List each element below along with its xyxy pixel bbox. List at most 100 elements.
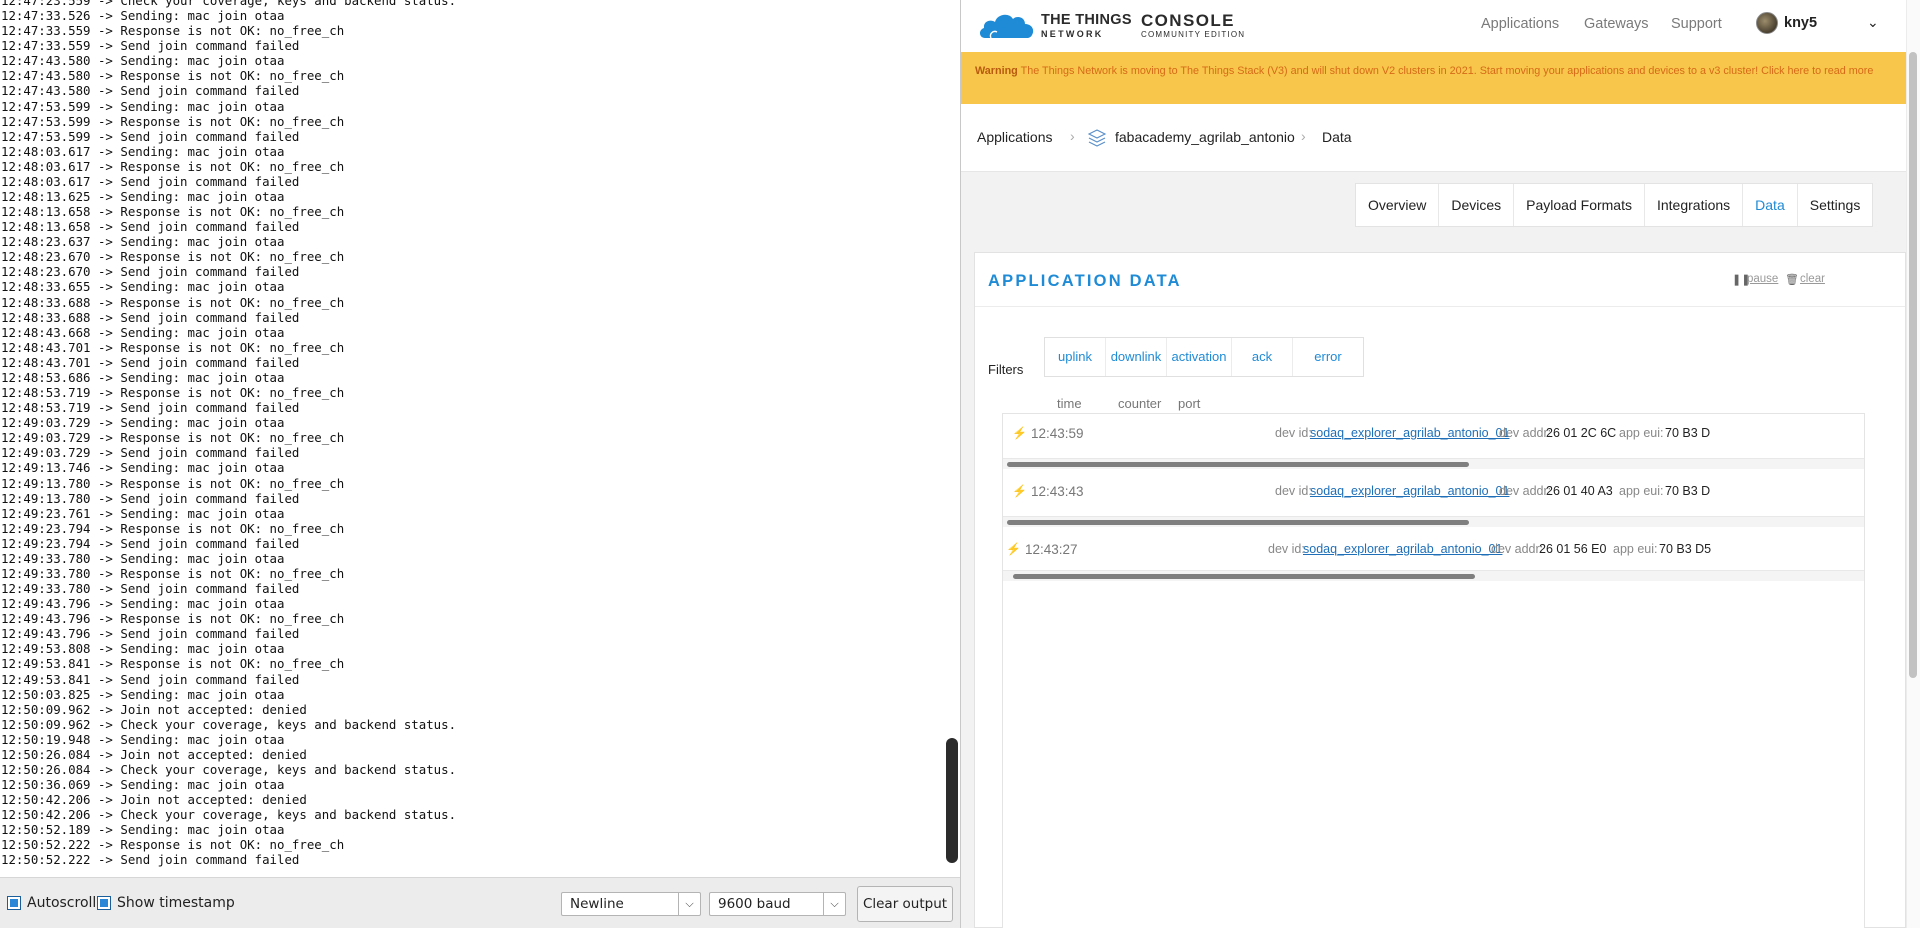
row-app-eui-key: app eui:	[1619, 484, 1664, 498]
nav-gateways[interactable]: Gateways	[1584, 16, 1648, 32]
autoscroll-checkbox[interactable]	[7, 896, 21, 910]
serial-log-line: 12:47:33.559 -> Send join command failed	[1, 38, 300, 54]
serial-log-line: 12:50:09.962 -> Join not accepted: denie…	[1, 701, 307, 717]
line-ending-value: Newline	[570, 896, 624, 912]
nav-applications[interactable]: Applications	[1481, 16, 1559, 32]
filter-activation[interactable]: activation	[1167, 338, 1232, 376]
row-app-eui-key: app eui:	[1613, 542, 1658, 556]
avatar[interactable]	[1756, 12, 1778, 34]
serial-log-line: 12:50:42.206 -> Join not accepted: denie…	[1, 792, 307, 808]
ttn-console: THE THINGS NETWORK CONSOLE COMMUNITY EDI…	[961, 0, 1920, 928]
row-dev-id-key: dev id:	[1275, 484, 1312, 498]
chevron-down-icon: ⌵	[678, 893, 700, 915]
clear-button[interactable]: clear	[1800, 273, 1825, 285]
serial-log-line: 12:50:03.825 -> Sending: mac join otaa	[1, 686, 285, 702]
serial-log-line: 12:50:09.962 -> Check your coverage, key…	[1, 716, 457, 732]
filter-error[interactable]: error	[1293, 338, 1363, 376]
serial-log-line: 12:49:33.780 -> Sending: mac join otaa	[1, 550, 285, 566]
breadcrumb-separator: ›	[1070, 128, 1075, 144]
show-timestamp-label[interactable]: Show timestamp	[117, 895, 235, 911]
filter-uplink[interactable]: uplink	[1045, 338, 1106, 376]
serial-log-line: 12:49:43.796 -> Response is not OK: no_f…	[1, 611, 345, 627]
tab-data[interactable]: Data	[1743, 184, 1798, 226]
column-port: port	[1178, 396, 1201, 411]
row-time: 12:43:59	[1031, 426, 1084, 441]
serial-log-line: 12:48:33.655 -> Sending: mac join otaa	[1, 279, 285, 295]
breadcrumb-applications[interactable]: Applications	[977, 129, 1053, 145]
serial-log-line: 12:48:23.637 -> Sending: mac join otaa	[1, 234, 285, 250]
serial-log-line: 12:49:13.780 -> Response is not OK: no_f…	[1, 475, 345, 491]
panel-header: APPLICATION DATA ❚❚ pause 🗑 clear	[975, 253, 1905, 307]
serial-scrollbar-thumb[interactable]	[946, 738, 958, 863]
row-scrollbar[interactable]	[1003, 458, 1864, 469]
row-dev-addr-key: dev addr:	[1499, 426, 1552, 440]
serial-log-line: 12:49:23.794 -> Send join command failed	[1, 535, 300, 551]
serial-log-line: 12:47:43.580 -> Response is not OK: no_f…	[1, 68, 345, 84]
serial-log-line: 12:49:53.841 -> Send join command failed	[1, 671, 300, 687]
line-ending-select[interactable]: Newline ⌵	[561, 892, 701, 916]
warning-text[interactable]: The Things Network is moving to The Thin…	[1021, 65, 1874, 77]
clear-output-button[interactable]: Clear output	[857, 886, 953, 922]
serial-log-line: 12:48:43.701 -> Send join command failed	[1, 354, 300, 370]
bolt-icon: ⚡	[1006, 542, 1021, 556]
row-dev-id-link[interactable]: sodaq_explorer_agrilab_antonio_01	[1303, 542, 1502, 556]
tab-overview[interactable]: Overview	[1356, 184, 1440, 226]
row-dev-id-link[interactable]: sodaq_explorer_agrilab_antonio_01	[1310, 426, 1509, 440]
row-app-eui: 70 B3 D5	[1659, 542, 1712, 556]
serial-log-line: 12:47:23.559 -> Check your coverage, key…	[1, 0, 457, 8]
row-scrollbar-thumb[interactable]	[1007, 520, 1469, 525]
nav-support[interactable]: Support	[1671, 16, 1722, 32]
breadcrumb: Applications › fabacademy_agrilab_antoni…	[961, 104, 1906, 172]
row-dev-addr: 26 01 56 E0	[1539, 542, 1607, 556]
bolt-icon: ⚡	[1012, 484, 1027, 498]
warning-label: Warning	[975, 65, 1018, 77]
filter-downlink[interactable]: downlink	[1106, 338, 1167, 376]
tab-integrations[interactable]: Integrations	[1645, 184, 1744, 226]
trash-icon[interactable]: 🗑	[1785, 273, 1799, 286]
breadcrumb-application[interactable]: fabacademy_agrilab_antonio	[1115, 129, 1295, 145]
application-tabs: Overview Devices Payload Formats Integra…	[1355, 183, 1874, 227]
tab-devices[interactable]: Devices	[1439, 184, 1515, 226]
pause-button[interactable]: pause	[1747, 273, 1778, 285]
serial-log-line: 12:49:33.780 -> Response is not OK: no_f…	[1, 565, 345, 581]
serial-log-line: 12:47:53.599 -> Response is not OK: no_f…	[1, 113, 345, 129]
serial-monitor: 12:47:23.559 -> Check your coverage, key…	[0, 0, 960, 928]
serial-log-line: 12:49:03.729 -> Response is not OK: no_f…	[1, 430, 345, 446]
serial-log-line: 12:50:42.206 -> Check your coverage, key…	[1, 807, 457, 823]
serial-log-line: 12:48:53.686 -> Sending: mac join otaa	[1, 369, 285, 385]
data-row[interactable]: ⚡ 12:43:59 dev id: sodaq_explorer_agrila…	[1003, 414, 1864, 472]
row-dev-id-link[interactable]: sodaq_explorer_agrilab_antonio_01	[1310, 484, 1509, 498]
serial-log-line: 12:48:43.701 -> Response is not OK: no_f…	[1, 339, 345, 355]
chevron-down-icon[interactable]: ⌄	[1867, 14, 1879, 31]
brand-name[interactable]: THE THINGS	[1041, 12, 1132, 28]
row-scrollbar[interactable]	[1003, 570, 1864, 581]
serial-log-line: 12:50:52.222 -> Send join command failed	[1, 852, 300, 868]
baud-rate-value: 9600 baud	[718, 896, 791, 912]
serial-log-line: 12:49:03.729 -> Send join command failed	[1, 445, 300, 461]
row-scrollbar-thumb[interactable]	[1013, 574, 1475, 579]
data-row[interactable]: ⚡ 12:43:43 dev id: sodaq_explorer_agrila…	[1003, 472, 1864, 530]
warning-banner[interactable]: Warning The Things Network is moving to …	[961, 52, 1906, 104]
serial-log-line: 12:49:53.808 -> Sending: mac join otaa	[1, 641, 285, 657]
cloud-logo-icon[interactable]	[977, 8, 1037, 42]
row-scrollbar-thumb[interactable]	[1007, 462, 1469, 467]
filter-ack[interactable]: ack	[1232, 338, 1293, 376]
bolt-icon: ⚡	[1012, 426, 1027, 440]
baud-rate-select[interactable]: 9600 baud ⌵	[709, 892, 846, 916]
filters-label: Filters	[988, 362, 1024, 377]
row-scrollbar[interactable]	[1003, 516, 1864, 527]
serial-log-line: 12:47:53.599 -> Send join command failed	[1, 128, 300, 144]
serial-log-line: 12:49:33.780 -> Send join command failed	[1, 581, 300, 597]
tab-settings[interactable]: Settings	[1798, 184, 1873, 226]
user-name[interactable]: kny5	[1784, 15, 1817, 31]
page-scrollbar-thumb[interactable]	[1909, 52, 1917, 678]
serial-log-line: 12:48:33.688 -> Send join command failed	[1, 309, 300, 325]
serial-log-line: 12:49:23.761 -> Sending: mac join otaa	[1, 505, 285, 521]
data-row[interactable]: ⚡ 12:43:27 dev id: sodaq_explorer_agrila…	[1003, 530, 1864, 588]
serial-log-line: 12:49:53.841 -> Response is not OK: no_f…	[1, 656, 345, 672]
show-timestamp-checkbox[interactable]	[97, 896, 111, 910]
serial-log-line: 12:49:13.746 -> Sending: mac join otaa	[1, 460, 285, 476]
autoscroll-label[interactable]: Autoscroll	[27, 895, 96, 911]
product-name: CONSOLE	[1141, 11, 1235, 30]
tab-payload-formats[interactable]: Payload Formats	[1514, 184, 1645, 226]
